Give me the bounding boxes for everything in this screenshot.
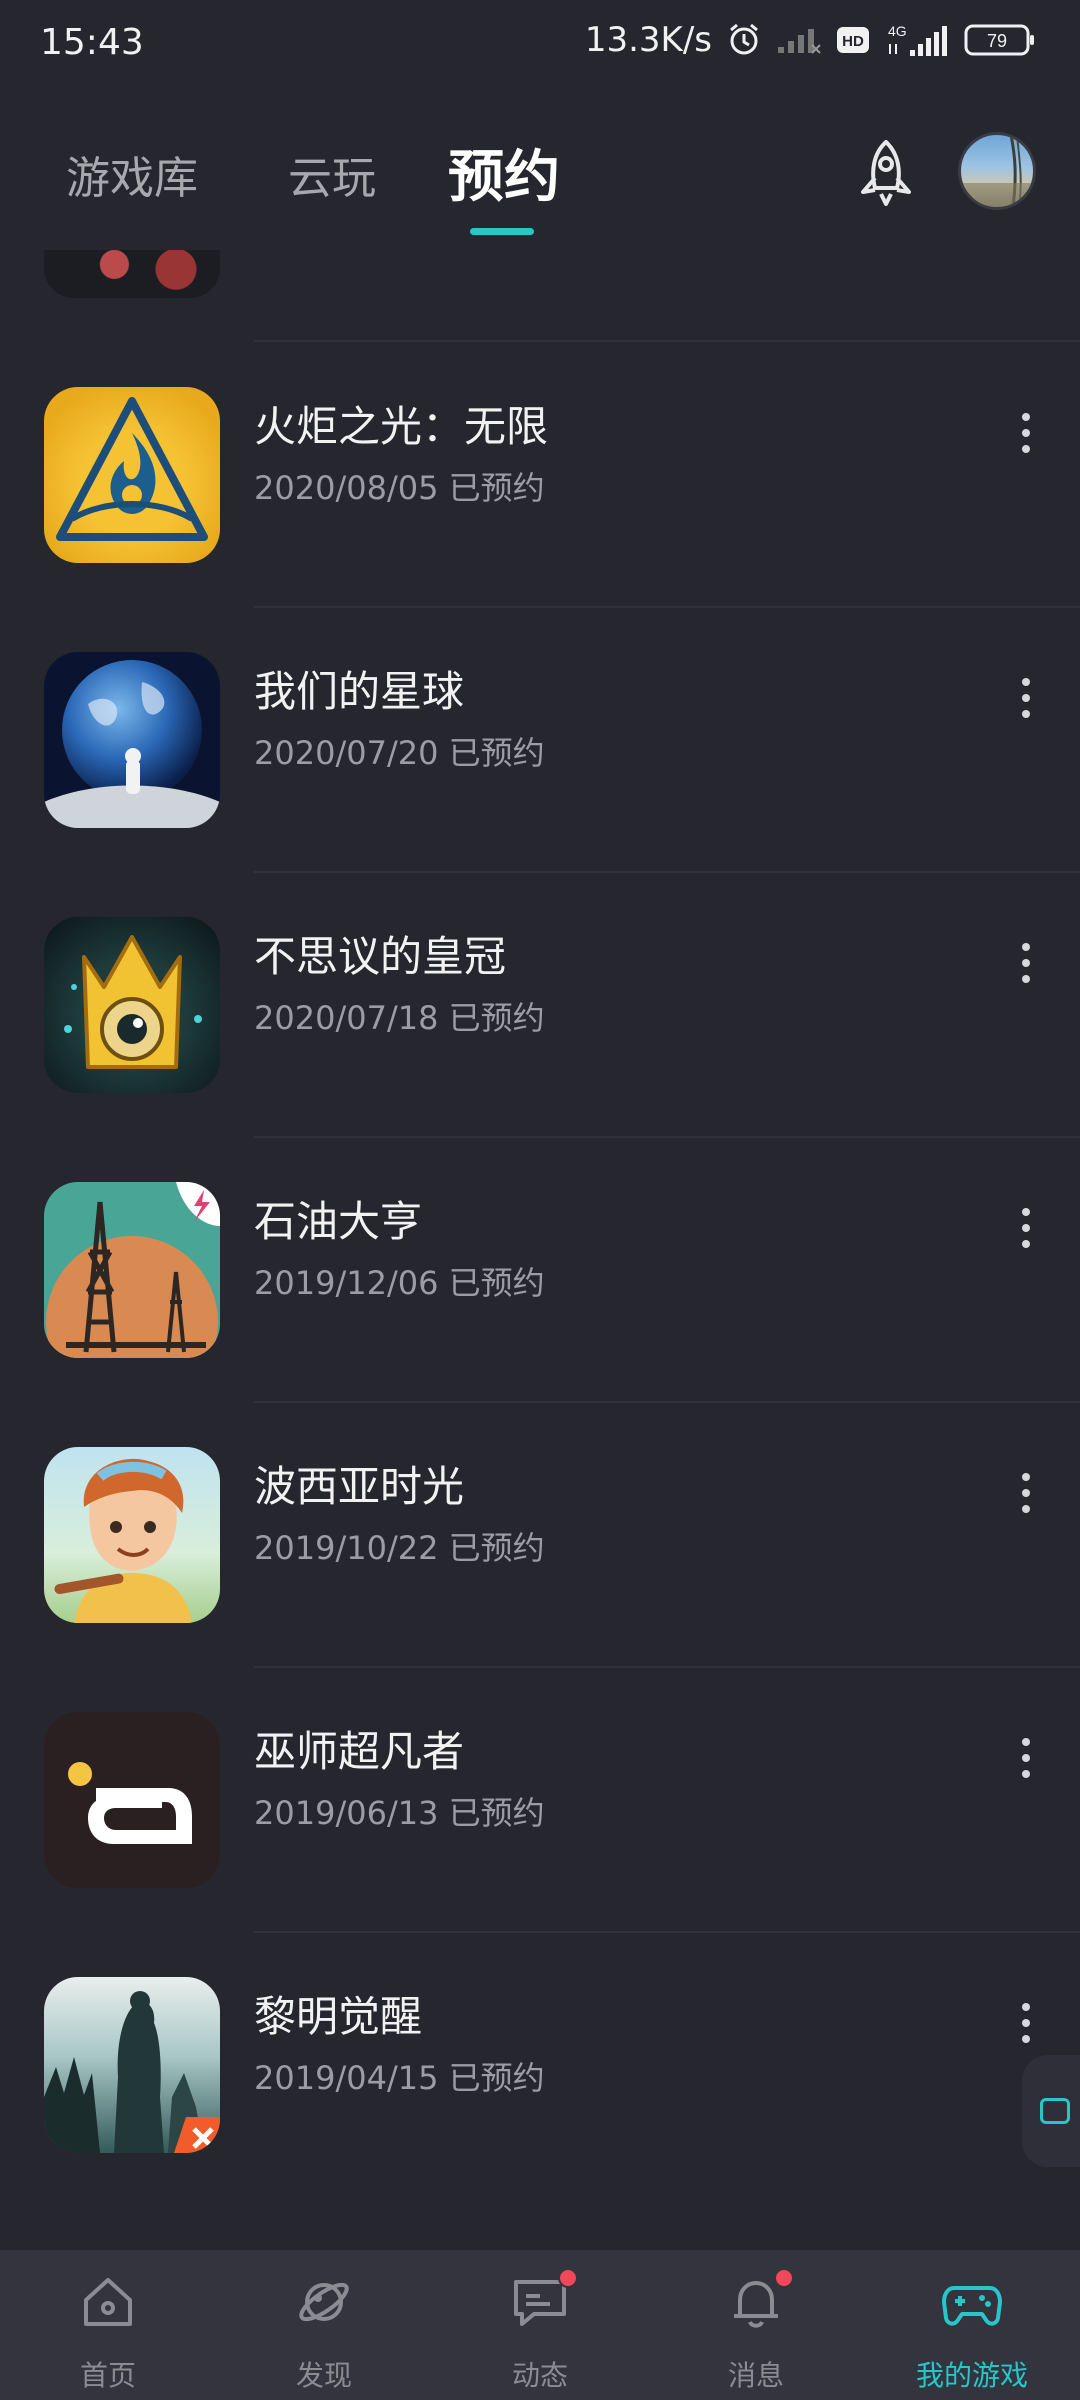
battery-icon: 79	[964, 23, 1036, 57]
partial-game-icon	[44, 250, 220, 298]
nav-my-games[interactable]: 我的游戏	[864, 2250, 1080, 2400]
alarm-icon	[726, 22, 762, 58]
reservation-date: 2019/12/06 已预约	[254, 1264, 545, 1302]
more-options-button[interactable]	[1010, 668, 1042, 728]
planet-icon	[44, 652, 220, 828]
weak-signal-icon	[776, 25, 822, 55]
more-icon	[1022, 678, 1030, 686]
bottom-nav: 首页 发现 动态 消息 我的游戏	[0, 2250, 1080, 2400]
nav-messages[interactable]: 消息	[648, 2250, 864, 2400]
more-icon	[1022, 943, 1030, 951]
avatar[interactable]	[958, 132, 1036, 210]
tab-reservations[interactable]: 预约	[448, 132, 560, 213]
status-bar: 15:43 13.3K/s HD 4G 79	[0, 0, 1080, 90]
reservation-date: 2020/08/05 已预约	[254, 469, 545, 507]
more-icon	[1022, 1738, 1030, 1746]
nav-feed[interactable]: 动态	[432, 2250, 648, 2400]
list-item[interactable]: 石油大亨 2019/12/06 已预约	[0, 1138, 1080, 1403]
status-icons: 13.3K/s HD 4G 79	[585, 20, 1036, 60]
reservation-date: 2019/04/15 已预约	[254, 2059, 545, 2097]
divider	[254, 340, 1080, 342]
list-item[interactable]: 巫师超凡者 2019/06/13 已预约	[0, 1668, 1080, 1933]
more-options-button[interactable]	[1010, 1198, 1042, 1258]
game-title: 石油大亨	[254, 1197, 423, 1246]
more-icon	[1022, 2003, 1030, 2011]
net-speed: 13.3K/s	[584, 20, 712, 60]
active-tab-indicator	[470, 228, 534, 235]
cell-signal-icon: 4G	[884, 22, 950, 58]
more-options-button[interactable]	[1010, 1463, 1042, 1523]
home-icon	[84, 2278, 132, 2326]
game-title: 巫师超凡者	[254, 1727, 465, 1776]
gamepad-icon	[942, 2286, 1002, 2326]
more-options-button[interactable]	[1010, 1728, 1042, 1788]
more-icon	[1022, 1208, 1030, 1216]
game-title: 火炬之光：无限	[254, 402, 549, 451]
avatar-image	[961, 135, 1033, 207]
game-title: 波西亚时光	[254, 1462, 465, 1511]
rocket-button[interactable]	[848, 134, 924, 214]
game-title: 不思议的皇冠	[254, 932, 507, 981]
torchlight-icon	[44, 387, 220, 563]
more-options-button[interactable]	[1010, 403, 1042, 463]
status-time: 15:43	[40, 22, 144, 63]
list-item[interactable]: 我们的星球 2020/07/20 已预约	[0, 608, 1080, 873]
crown-icon	[44, 917, 220, 1093]
nav-label: 我的游戏	[915, 2359, 1028, 2392]
rocket-icon	[861, 140, 911, 206]
reservation-date: 2019/10/22 已预约	[254, 1529, 545, 1567]
more-icon	[1022, 413, 1030, 421]
more-options-button[interactable]	[1010, 1993, 1042, 2053]
oil-rig-icon	[44, 1182, 220, 1358]
portia-icon	[44, 1447, 220, 1623]
floating-side-icon	[1040, 2098, 1070, 2124]
tab-game-library[interactable]: 游戏库	[66, 142, 198, 206]
dawn-icon	[44, 1977, 220, 2153]
nav-discover[interactable]: 发现	[216, 2250, 432, 2400]
reservation-date: 2020/07/20 已预约	[254, 734, 545, 772]
list-item[interactable]: 火炬之光：无限 2020/08/05 已预约	[0, 343, 1080, 608]
reservation-date: 2020/07/18 已预约	[254, 999, 545, 1037]
game-title: 黎明觉醒	[254, 1992, 423, 2041]
game-title: 我们的星球	[254, 667, 465, 716]
svg-text:4G: 4G	[888, 23, 907, 39]
svg-text:79: 79	[987, 31, 1007, 51]
nav-label: 消息	[727, 2359, 784, 2392]
nav-label: 动态	[511, 2359, 568, 2392]
svg-text:HD: HD	[842, 33, 864, 50]
planet-orbit-icon	[299, 2282, 349, 2322]
more-icon	[1022, 1473, 1030, 1481]
list-item[interactable]: 黎明觉醒 2019/04/15 已预约	[0, 1933, 1080, 2198]
tab-cloud-play[interactable]: 云玩	[288, 142, 376, 206]
list-item[interactable]: 不思议的皇冠 2020/07/18 已预约	[0, 873, 1080, 1138]
screen: 15:43 13.3K/s HD 4G 79 游戏库 云玩 预约 火炬之光：无限…	[0, 0, 1080, 2400]
nav-home[interactable]: 首页	[0, 2250, 216, 2400]
top-tab-bar: 游戏库 云玩 预约	[0, 90, 1080, 250]
notification-badge	[774, 2268, 794, 2288]
nav-label: 发现	[295, 2359, 352, 2392]
hd-icon: HD	[836, 26, 870, 54]
nav-label: 首页	[79, 2359, 136, 2392]
reservation-list[interactable]: 火炬之光：无限 2020/08/05 已预约 我们的星球 2020/07/20	[0, 250, 1080, 2248]
notification-badge	[558, 2268, 578, 2288]
reservation-date: 2019/06/13 已预约	[254, 1794, 545, 1832]
wizard-icon	[44, 1712, 220, 1888]
list-item[interactable]: 波西亚时光 2019/10/22 已预约	[0, 1403, 1080, 1668]
more-options-button[interactable]	[1010, 933, 1042, 993]
